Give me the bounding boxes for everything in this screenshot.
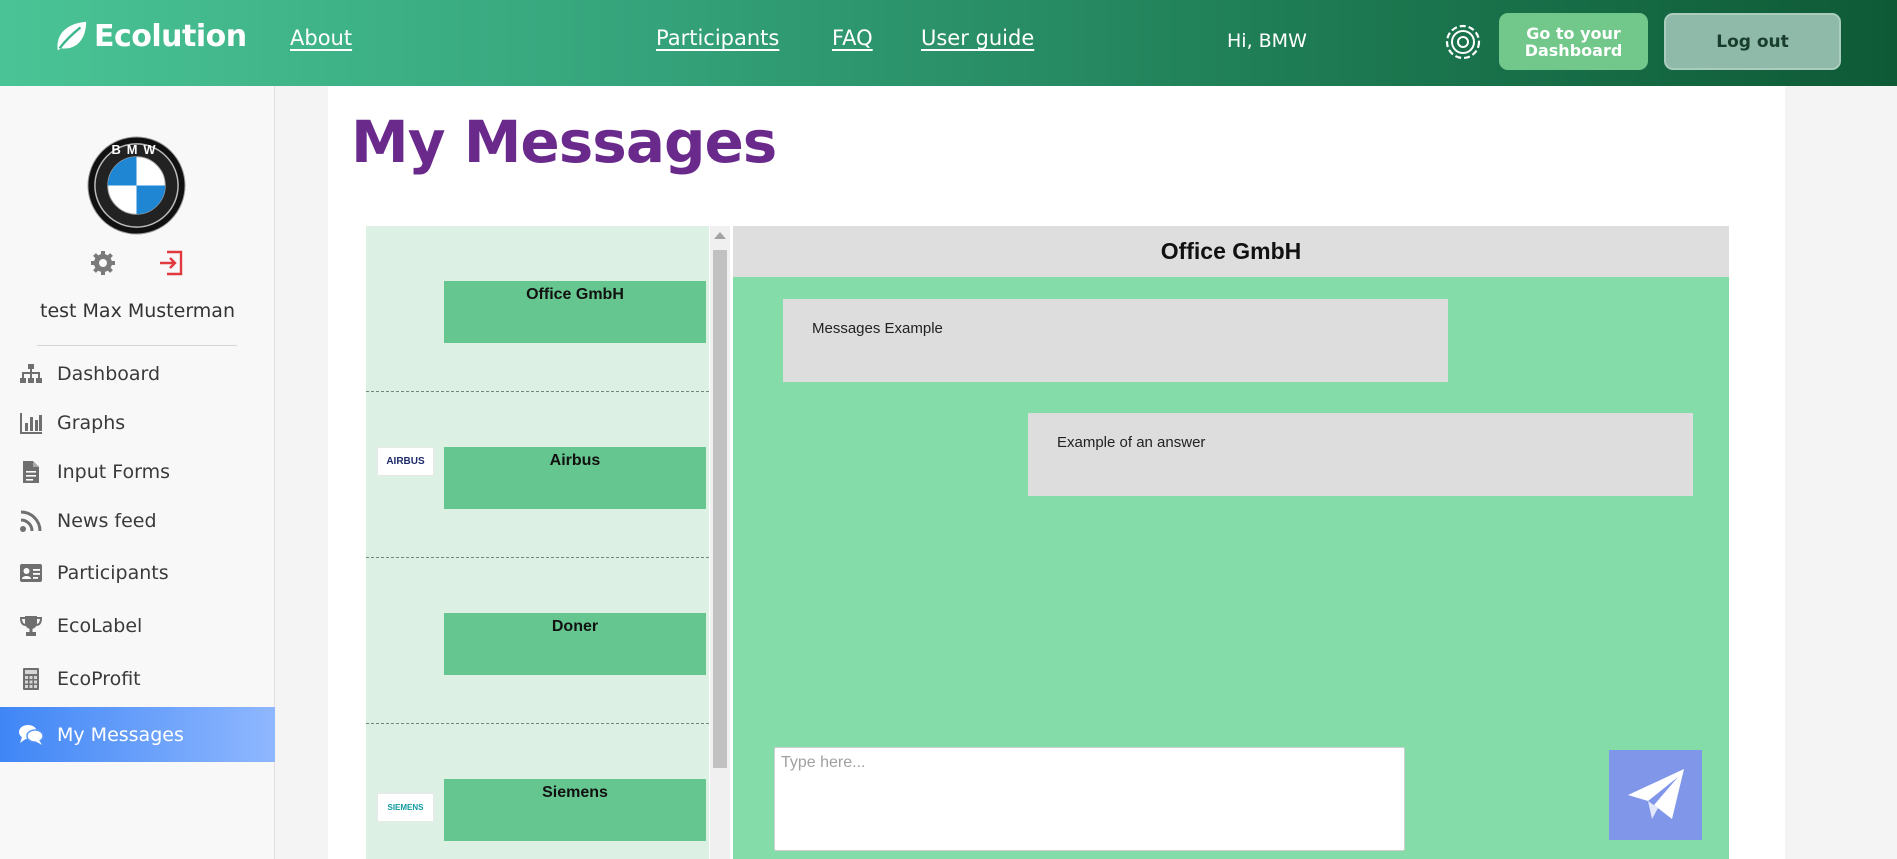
leaf-icon (57, 21, 87, 51)
contact-name: Siemens (542, 784, 608, 801)
paper-plane-icon (1627, 769, 1684, 819)
contact-list: Office GmbH AIRBUS Airbus Doner SIEMENS … (366, 226, 709, 859)
outgoing-message: Example of an answer (1028, 413, 1693, 496)
brand-logo[interactable]: Ecolution (52, 18, 247, 54)
incoming-message: Messages Example (783, 299, 1448, 382)
nav-about-link[interactable]: About (290, 26, 352, 50)
sidebar-item-label: My Messages (57, 723, 184, 746)
sidebar-item-ecoprofit[interactable]: EcoProfit (0, 652, 275, 705)
chat-panel: Office GmbH Messages Example Example of … (733, 226, 1729, 859)
nav-participants-link[interactable]: Participants (656, 26, 779, 50)
sidebar-item-label: Input Forms (57, 460, 170, 483)
sidebar: BMW test Max Musterman Dashboard Graphs … (0, 86, 275, 859)
contact-name-box[interactable]: Doner (444, 613, 706, 675)
contact-name: Doner (551, 618, 599, 635)
message-input[interactable] (774, 747, 1405, 851)
bar-chart-icon (18, 410, 44, 436)
sidebar-item-ecolabel[interactable]: EcoLabel (0, 599, 275, 652)
sidebar-item-label: News feed (57, 509, 157, 532)
send-button[interactable] (1609, 750, 1702, 840)
sidebar-item-label: EcoLabel (57, 614, 143, 637)
page-title: My Messages (351, 108, 777, 176)
sidebar-item-participants[interactable]: Participants (0, 546, 275, 599)
contact-item[interactable]: AIRBUS Airbus (366, 392, 709, 558)
logout-button[interactable]: Log out (1664, 13, 1841, 70)
airbus-logo: AIRBUS (377, 447, 434, 476)
chat-icon (18, 722, 44, 748)
sidebar-item-label: EcoProfit (57, 667, 141, 690)
user-name: test Max Musterman (40, 300, 235, 322)
document-icon (18, 459, 44, 485)
rss-icon (18, 508, 44, 534)
contact-name: Office GmbH (526, 286, 624, 303)
contact-item[interactable]: SIEMENS Siemens (366, 724, 709, 859)
brand-name: Ecolution (94, 18, 247, 54)
chat-partner-name: Office GmbH (733, 226, 1729, 277)
sidebar-item-dashboard[interactable]: Dashboard (0, 347, 275, 400)
sidebar-divider (37, 345, 237, 346)
contact-name: Airbus (549, 452, 601, 469)
nav-faq-link[interactable]: FAQ (832, 26, 873, 50)
trophy-icon (18, 613, 44, 639)
sign-out-icon[interactable] (157, 249, 185, 277)
sitemap-icon (18, 361, 44, 387)
scroll-up-arrow-icon[interactable] (714, 232, 726, 239)
contact-item[interactable]: Office GmbH (366, 226, 709, 392)
sidebar-item-label: Participants (57, 561, 169, 584)
contact-list-scrollbar[interactable] (710, 226, 730, 859)
avatar-logo-text: BMW (112, 142, 162, 157)
profile-settings-icon[interactable] (89, 249, 117, 277)
contact-name-box[interactable]: Airbus (444, 447, 706, 509)
avatar[interactable]: BMW (87, 136, 186, 235)
scroll-thumb[interactable] (713, 250, 727, 768)
sidebar-item-label: Dashboard (57, 362, 161, 385)
go-to-dashboard-button[interactable]: Go to your Dashboard (1499, 13, 1648, 70)
sidebar-item-my-messages[interactable]: My Messages (0, 707, 275, 762)
calculator-icon (18, 666, 44, 692)
contact-item[interactable]: Doner (366, 558, 709, 724)
contact-name-box[interactable]: Office GmbH (444, 281, 706, 343)
nav-user-guide-link[interactable]: User guide (921, 26, 1034, 50)
id-card-icon (18, 560, 44, 586)
sidebar-item-graphs[interactable]: Graphs (0, 396, 275, 449)
top-navbar: Ecolution About Participants FAQ User gu… (0, 0, 1897, 86)
greeting-text: Hi, BMW (1227, 30, 1307, 52)
sidebar-item-news-feed[interactable]: News feed (0, 494, 275, 547)
settings-gear-icon[interactable] (1443, 22, 1483, 62)
contact-name-box[interactable]: Siemens (444, 779, 706, 841)
sidebar-item-label: Graphs (57, 411, 126, 434)
siemens-logo: SIEMENS (377, 793, 434, 822)
sidebar-item-input-forms[interactable]: Input Forms (0, 445, 275, 498)
